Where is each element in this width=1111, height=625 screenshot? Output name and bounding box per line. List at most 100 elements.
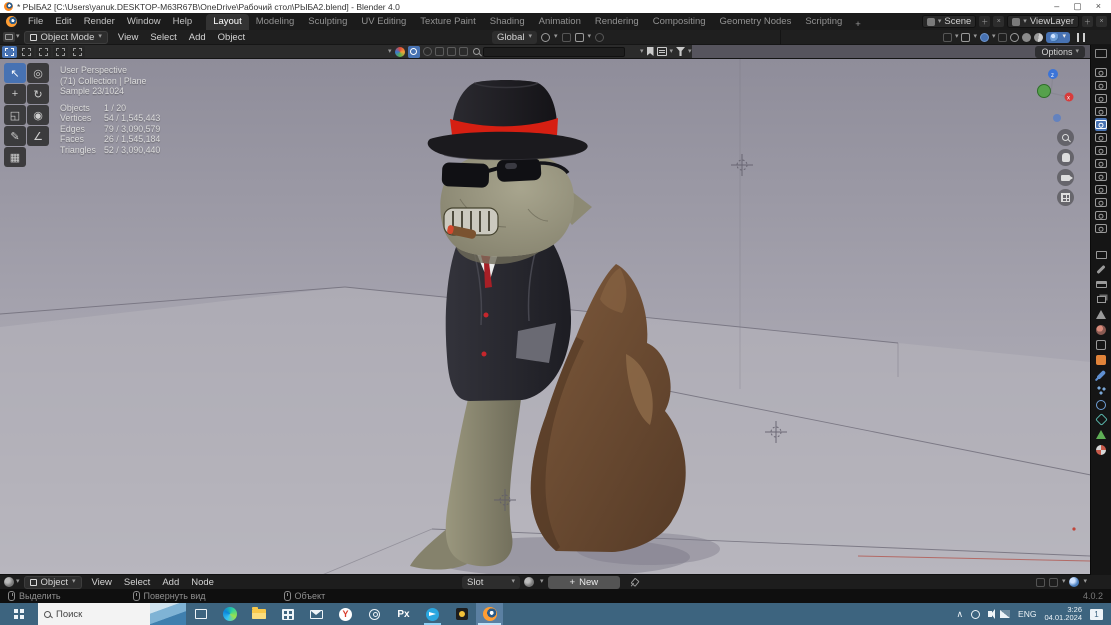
display-mode-caret[interactable]: ▾ (388, 48, 392, 56)
outliner-render-toggle[interactable] (1095, 144, 1107, 157)
scene-selector[interactable]: ▾ Scene (921, 15, 977, 28)
annotate-tool[interactable]: ✎ (4, 126, 26, 146)
filter-active-icon[interactable] (407, 45, 420, 58)
camera-view-button[interactable] (1057, 169, 1074, 186)
outliner-render-toggle[interactable] (1095, 183, 1107, 196)
volume-icon[interactable] (988, 611, 993, 617)
node-menu-add[interactable]: Add (156, 574, 185, 591)
new-scene-button[interactable]: ＋ (979, 16, 991, 27)
yandex-app[interactable] (331, 603, 360, 625)
tab-scene-icon[interactable] (1094, 307, 1109, 322)
viewport-3d[interactable]: ↖ ◎ + ↻ ◱ ◉ ✎ ∠ ▦ User Perspective (71) … (0, 59, 1111, 574)
outliner-render-toggle[interactable] (1095, 209, 1107, 222)
search-input[interactable] (482, 46, 625, 57)
mode-dropdown[interactable]: Object Mode ▾ (23, 30, 108, 44)
tab-output-icon[interactable] (1094, 277, 1109, 292)
tab-uv-editing[interactable]: UV Editing (354, 14, 413, 30)
axis-gizmo[interactable]: z x (1029, 63, 1081, 127)
notification-button[interactable]: 1 (1090, 608, 1103, 620)
maximize-button[interactable]: ▢ (1073, 2, 1082, 11)
viewport-menu-view[interactable]: View (112, 29, 144, 46)
shader-mode-dropdown[interactable]: Object ▾ (23, 575, 82, 589)
editor-app[interactable] (447, 603, 476, 625)
zoom-button[interactable] (1057, 129, 1074, 146)
viewlayer-selector[interactable]: ▾ ViewLayer (1007, 15, 1079, 28)
object-visibility-filter-icon[interactable] (942, 32, 952, 42)
pan-button[interactable] (1057, 149, 1074, 166)
measure-tool[interactable]: ∠ (27, 126, 49, 146)
viewport-canvas[interactable] (0, 59, 1111, 574)
outliner-render-toggle-active[interactable] (1095, 118, 1107, 131)
taskbar-clock[interactable]: 3:26 04.01.2024 (1044, 605, 1082, 623)
language-indicator[interactable]: ENG (1018, 609, 1036, 619)
people-app[interactable] (360, 603, 389, 625)
tab-scripting[interactable]: Scripting (798, 14, 849, 30)
select-mode-intersect-icon[interactable] (70, 45, 85, 58)
pdf-app[interactable] (389, 603, 418, 625)
tray-app-icon[interactable] (971, 609, 981, 619)
tab-viewlayer-icon[interactable] (1094, 292, 1109, 307)
tab-sculpting[interactable]: Sculpting (301, 14, 354, 30)
tab-object-icon[interactable] (1094, 352, 1109, 367)
add-cube-tool[interactable]: ▦ (4, 147, 26, 167)
outliner-render-toggle[interactable] (1095, 222, 1107, 235)
node-menu-select[interactable]: Select (118, 574, 156, 591)
select-mode-invert-icon[interactable] (53, 45, 68, 58)
snap-magnet-icon[interactable] (561, 32, 571, 42)
shading-solid-icon[interactable] (1022, 32, 1032, 42)
properties-editor-icon[interactable] (1095, 49, 1107, 58)
unlink-scene-button[interactable]: × (993, 16, 1005, 27)
axis-z-neg[interactable] (1053, 114, 1061, 122)
outliner-render-toggle[interactable] (1095, 105, 1107, 118)
node-preview-icon[interactable] (1069, 577, 1080, 587)
move-tool[interactable]: + (4, 84, 26, 104)
task-view-button[interactable] (186, 603, 215, 625)
display-mode-icon[interactable] (394, 46, 405, 57)
tab-modeling[interactable]: Modeling (249, 14, 302, 30)
tab-render-icon[interactable] (1094, 262, 1109, 277)
cursor-tool[interactable]: ◎ (27, 63, 49, 83)
explorer-app[interactable] (244, 603, 273, 625)
outliner-render-toggle[interactable] (1095, 157, 1107, 170)
tab-collection-icon[interactable] (1094, 337, 1109, 352)
rotate-tool[interactable]: ↻ (27, 84, 49, 104)
axis-y[interactable] (1037, 84, 1051, 98)
ortho-toggle-button[interactable] (1057, 189, 1074, 206)
tab-modifiers-icon[interactable] (1094, 367, 1109, 382)
menu-render[interactable]: Render (78, 13, 121, 30)
menu-help[interactable]: Help (167, 13, 199, 30)
select-mode-extend-icon[interactable] (19, 45, 34, 58)
shading-material-icon[interactable] (1034, 32, 1044, 42)
node-snap-icon[interactable] (1048, 577, 1058, 587)
outliner-display-icon[interactable] (656, 47, 667, 56)
viewport-menu-select[interactable]: Select (144, 29, 182, 46)
proportional-editing-icon[interactable] (595, 32, 605, 42)
mail-app[interactable] (302, 603, 331, 625)
tab-tool-icon[interactable] (1094, 247, 1109, 262)
tab-constraints-icon[interactable] (1094, 412, 1109, 427)
tab-shading[interactable]: Shading (483, 14, 532, 30)
outliner-render-toggle[interactable] (1095, 196, 1107, 209)
outliner-render-toggle[interactable] (1095, 170, 1107, 183)
filter-render-icon[interactable] (458, 47, 468, 56)
tray-expand-icon[interactable]: ∧ (956, 609, 963, 620)
tab-world-icon[interactable] (1094, 322, 1109, 337)
filter-caret[interactable]: ▾ (640, 48, 644, 56)
node-menu-node[interactable]: Node (185, 574, 220, 591)
store-app[interactable] (273, 603, 302, 625)
select-box-tool[interactable]: ↖ (4, 63, 26, 83)
filter-data-icon[interactable] (434, 47, 444, 56)
transform-tool[interactable]: ◉ (27, 105, 49, 125)
overlays-icon[interactable] (979, 32, 989, 42)
tab-particles-icon[interactable] (1094, 382, 1109, 397)
filter-funnel-icon[interactable] (676, 47, 686, 56)
menu-edit[interactable]: Edit (49, 13, 77, 30)
filter-sphere-icon[interactable] (422, 47, 432, 56)
menu-file[interactable]: File (22, 13, 49, 30)
viewport-menu-object[interactable]: Object (212, 29, 251, 46)
outliner-render-toggle[interactable] (1095, 66, 1107, 79)
tab-data-icon[interactable] (1094, 427, 1109, 442)
close-button[interactable]: × (1096, 2, 1101, 11)
editor-type-icon[interactable] (3, 32, 15, 42)
minimize-button[interactable]: – (1054, 2, 1059, 11)
